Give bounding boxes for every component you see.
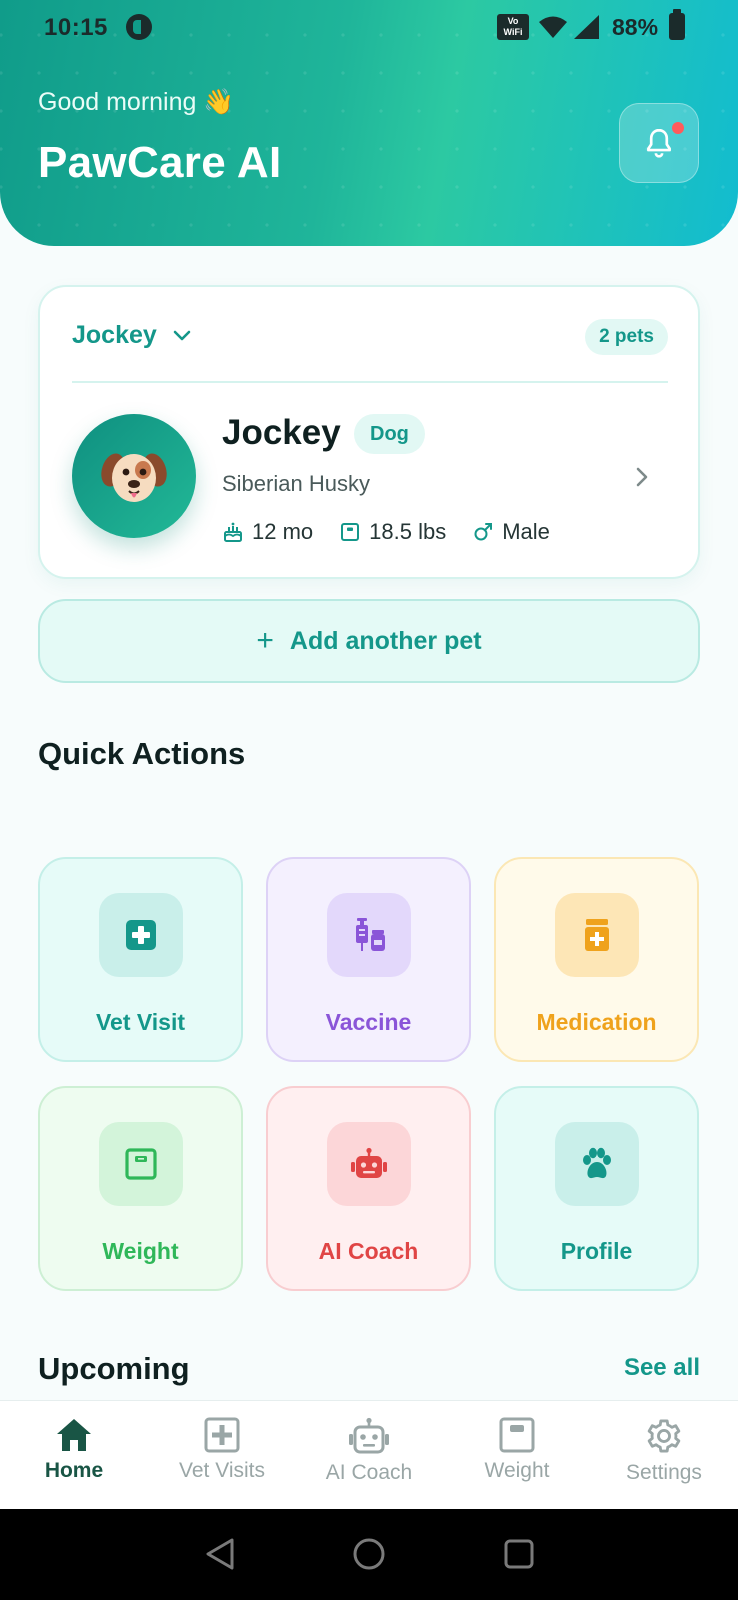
battery-percent: 88% — [612, 14, 659, 40]
pet-breed: Siberian Husky — [222, 471, 370, 496]
male-symbol-icon — [474, 523, 493, 541]
quick-action-icon-box — [326, 893, 411, 977]
nav-home[interactable]: Home — [4, 1417, 144, 1483]
quick-action-icon-box — [554, 1122, 639, 1206]
notification-dot — [672, 122, 684, 134]
nav-ai-coach[interactable]: AI Coach — [299, 1417, 439, 1485]
pet-avatar[interactable] — [72, 414, 196, 538]
system-nav-bar — [0, 1509, 738, 1600]
add-pet-label: Add another pet — [289, 626, 482, 655]
gear-icon — [647, 1419, 681, 1453]
quick-action-label: Vet Visit — [95, 1009, 186, 1035]
status-bar: 10:15 Vo WiFi 88% — [0, 0, 738, 56]
pet-weight: 18.5 lbs — [339, 519, 446, 545]
quick-action-label: Weight — [102, 1238, 179, 1264]
medical-plus-icon — [125, 920, 156, 950]
nav-label: Home — [44, 1459, 104, 1482]
plus-icon: + — [256, 624, 274, 657]
quick-action-label: Medication — [536, 1009, 657, 1035]
scale-icon — [341, 523, 360, 541]
pet-age-value: 12 mo — [252, 519, 314, 544]
scale-icon — [499, 1417, 535, 1453]
nav-weight[interactable]: Weight — [447, 1417, 587, 1483]
nav-label: Weight — [484, 1459, 550, 1482]
dog-face-icon — [101, 453, 167, 502]
syringe-icon — [355, 918, 385, 951]
paw-icon — [582, 1147, 611, 1179]
recents-square-icon[interactable] — [503, 1537, 535, 1571]
app-title: PawCare AI — [38, 138, 282, 187]
quick-action-profile[interactable]: Profile — [494, 1086, 699, 1291]
pet-selector[interactable]: Jockey — [72, 321, 191, 350]
quick-action-label: AI Coach — [318, 1238, 419, 1264]
notifications-button[interactable] — [619, 103, 699, 183]
quick-action-medication[interactable]: Medication — [494, 857, 699, 1062]
quick-action-label: Vaccine — [325, 1009, 412, 1035]
back-triangle-icon[interactable] — [204, 1537, 236, 1571]
pet-type-badge: Dog — [354, 414, 425, 454]
quick-action-vaccine[interactable]: Vaccine — [266, 857, 471, 1062]
wifi-icon — [539, 16, 567, 38]
quick-action-icon-box — [98, 893, 183, 977]
nav-vet-visits[interactable]: Vet Visits — [152, 1417, 292, 1483]
chevron-right-icon[interactable] — [634, 465, 650, 489]
pet-sex-value: Male — [502, 519, 550, 544]
bottom-nav: Home Vet Visits AI Coach Weight Settings — [0, 1400, 738, 1509]
medical-plus-icon — [204, 1417, 240, 1453]
header: 10:15 Vo WiFi 88% Good morning 👋 PawCare … — [0, 0, 738, 246]
robot-icon — [350, 1147, 387, 1178]
greeting: Good morning 👋 — [38, 88, 235, 116]
medicine-bottle-icon — [584, 919, 609, 951]
quick-action-icon-box — [326, 1122, 411, 1206]
nav-label: Settings — [626, 1461, 702, 1484]
chevron-down-icon — [173, 330, 191, 340]
home-circle-icon[interactable] — [352, 1537, 386, 1571]
add-pet-button[interactable]: + Add another pet — [38, 599, 700, 683]
quick-action-icon-box — [554, 893, 639, 977]
nav-label: Vet Visits — [179, 1459, 265, 1482]
pet-card: Jockey 2 pets Jockey Dog Siberian Husky — [38, 285, 700, 579]
nav-label: AI Coach — [325, 1461, 413, 1484]
quick-action-vet-visit[interactable]: Vet Visit — [38, 857, 243, 1062]
pet-sex: Male — [472, 519, 550, 545]
card-divider — [72, 381, 668, 383]
pet-selector-label: Jockey — [72, 321, 157, 349]
signal-icon — [574, 15, 599, 39]
quick-actions-title: Quick Actions — [38, 736, 246, 771]
quick-action-icon-box — [98, 1122, 183, 1206]
robot-icon — [349, 1417, 389, 1454]
cake-icon — [224, 522, 242, 542]
see-all-link[interactable]: See all — [624, 1354, 700, 1382]
pet-name: Jockey — [222, 413, 341, 452]
quick-action-ai-coach[interactable]: AI Coach — [266, 1086, 471, 1291]
battery-icon — [669, 9, 685, 40]
pet-meta: 12 mo 18.5 lbs Male — [222, 519, 550, 545]
pets-count-badge: 2 pets — [585, 319, 668, 355]
bell-icon — [647, 128, 671, 158]
app-status-icon — [126, 14, 152, 40]
vowifi-icon: Vo WiFi — [497, 14, 529, 40]
quick-action-weight[interactable]: Weight — [38, 1086, 243, 1291]
pet-weight-value: 18.5 lbs — [369, 519, 447, 544]
upcoming-title: Upcoming — [38, 1351, 190, 1386]
status-time: 10:15 — [44, 14, 108, 41]
scale-icon — [124, 1148, 157, 1180]
pet-age: 12 mo — [222, 519, 313, 545]
quick-action-label: Profile — [560, 1238, 633, 1264]
nav-settings[interactable]: Settings — [594, 1417, 734, 1485]
home-icon — [57, 1419, 91, 1451]
